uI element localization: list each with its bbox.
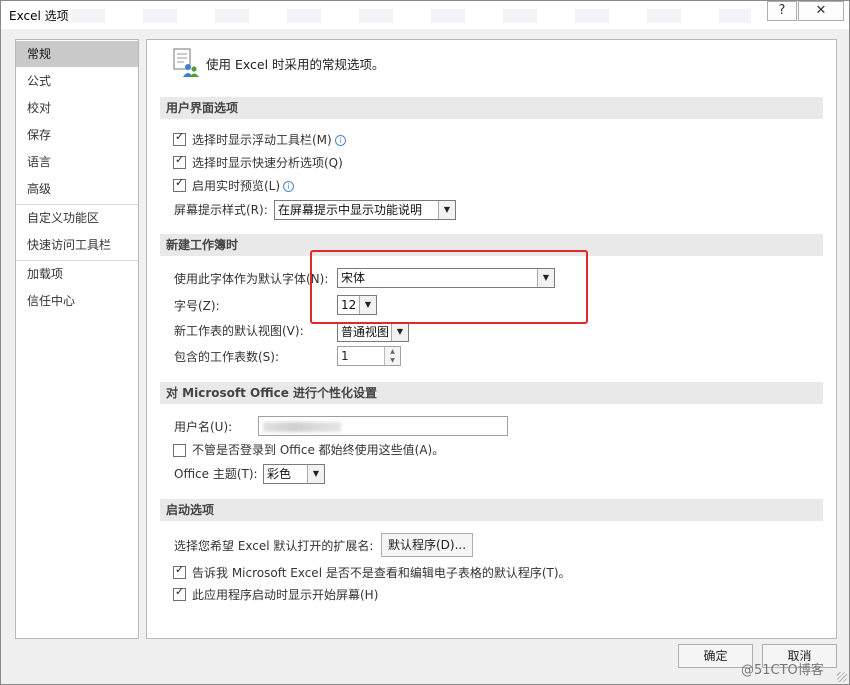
live-preview-label: 启用实时预览(L) i [192,176,295,196]
title-bar-ghost-ruler [71,9,751,23]
username-input[interactable] [258,416,508,436]
nav-item-trust-center[interactable]: 信任中心 [16,288,138,314]
nav-item-save[interactable]: 保存 [16,122,138,148]
live-preview-checkbox[interactable] [173,176,186,192]
minitoolbar-label: 选择时显示浮动工具栏(M) i [192,130,346,150]
default-view-value: 普通视图 [341,325,390,339]
options-nav-panel: 常规 公式 校对 保存 语言 高级 自定义功能区 快速访问工具栏 加载项 信任中… [15,39,139,639]
highlight-annotation-box [310,250,588,324]
quick-analysis-label: 选择时显示快速分析选项(Q) [192,156,343,170]
redacted-username [263,422,341,432]
live-preview-label-text: 启用实时预览(L) [192,179,281,193]
always-use-values-label: 不管是否登录到 Office 都始终使用这些值(A)。 [192,443,445,457]
resize-grip[interactable] [837,672,847,682]
screentip-style-label: 屏幕提示样式(R): [174,203,268,217]
chevron-down-icon: ▼ [438,201,455,219]
sheet-count-value: 1 [341,349,349,363]
nav-item-formulas[interactable]: 公式 [16,68,138,94]
nav-item-proofing[interactable]: 校对 [16,95,138,121]
office-theme-label: Office 主题(T): [174,467,258,481]
spin-up-icon[interactable]: ▲ [384,347,400,356]
spin-down-icon[interactable]: ▼ [384,356,400,365]
excel-options-dialog: Excel 选项 ? ✕ 常规 公式 校对 保存 语言 高级 自定义功能区 快速… [0,0,850,685]
tell-default-program-label: 告诉我 Microsoft Excel 是否不是查看和编辑电子表格的默认程序(T… [192,566,571,580]
title-bar: Excel 选项 ? ✕ [1,1,849,29]
page-description: 使用 Excel 时采用的常规选项。 [206,57,385,72]
nav-item-add-ins[interactable]: 加载项 [16,261,138,287]
screentip-style-value: 在屏幕提示中显示功能说明 [278,203,423,217]
help-button[interactable]: ? [767,1,797,21]
tell-default-program-checkbox[interactable] [173,563,186,579]
quick-analysis-checkbox[interactable] [173,153,186,169]
show-start-screen-checkbox[interactable] [173,585,186,601]
minitoolbar-checkbox[interactable] [173,130,186,146]
show-start-screen-label: 此应用程序启动时显示开始屏幕(H) [192,588,379,602]
office-theme-dropdown[interactable]: 彩色 ▼ [263,464,325,484]
default-view-label: 新工作表的默认视图(V): [174,324,304,338]
general-options-panel: 使用 Excel 时采用的常规选项。 用户界面选项 选择时显示浮动工具栏(M)i… [146,39,837,639]
watermark-text: @51CTO博客 [741,663,824,678]
nav-item-language[interactable]: 语言 [16,149,138,175]
nav-item-customize-ribbon[interactable]: 自定义功能区 [16,205,138,231]
nav-item-advanced[interactable]: 高级 [16,176,138,202]
window-title: Excel 选项 [9,9,69,23]
sheet-count-spinner[interactable]: 1 ▲ ▼ [337,346,401,366]
general-options-icon [173,48,199,77]
close-button[interactable]: ✕ [798,1,844,21]
nav-item-general[interactable]: 常规 [16,41,138,67]
default-extension-label: 选择您希望 Excel 默认打开的扩展名: [174,539,374,553]
default-font-label: 使用此字体作为默认字体(N): [174,272,329,286]
info-icon: i [334,135,346,146]
chevron-down-icon: ▼ [307,465,324,483]
screentip-style-dropdown[interactable]: 在屏幕提示中显示功能说明 ▼ [274,200,456,220]
section-personalize: 对 Microsoft Office 进行个性化设置 [160,382,823,404]
always-use-values-checkbox[interactable] [173,444,186,457]
section-startup: 启动选项 [160,499,823,521]
sheet-count-label: 包含的工作表数(S): [174,350,280,364]
info-icon: i [283,181,295,192]
chevron-down-icon: ▼ [391,323,408,341]
font-size-label: 字号(Z): [174,299,220,313]
nav-item-quick-access-toolbar[interactable]: 快速访问工具栏 [16,232,138,258]
default-view-dropdown[interactable]: 普通视图 ▼ [337,322,409,342]
minitoolbar-label-text: 选择时显示浮动工具栏(M) [192,133,332,147]
office-theme-value: 彩色 [267,467,292,481]
username-label: 用户名(U): [174,420,233,434]
section-ui-options: 用户界面选项 [160,97,823,119]
default-programs-button[interactable]: 默认程序(D)... [381,533,473,557]
